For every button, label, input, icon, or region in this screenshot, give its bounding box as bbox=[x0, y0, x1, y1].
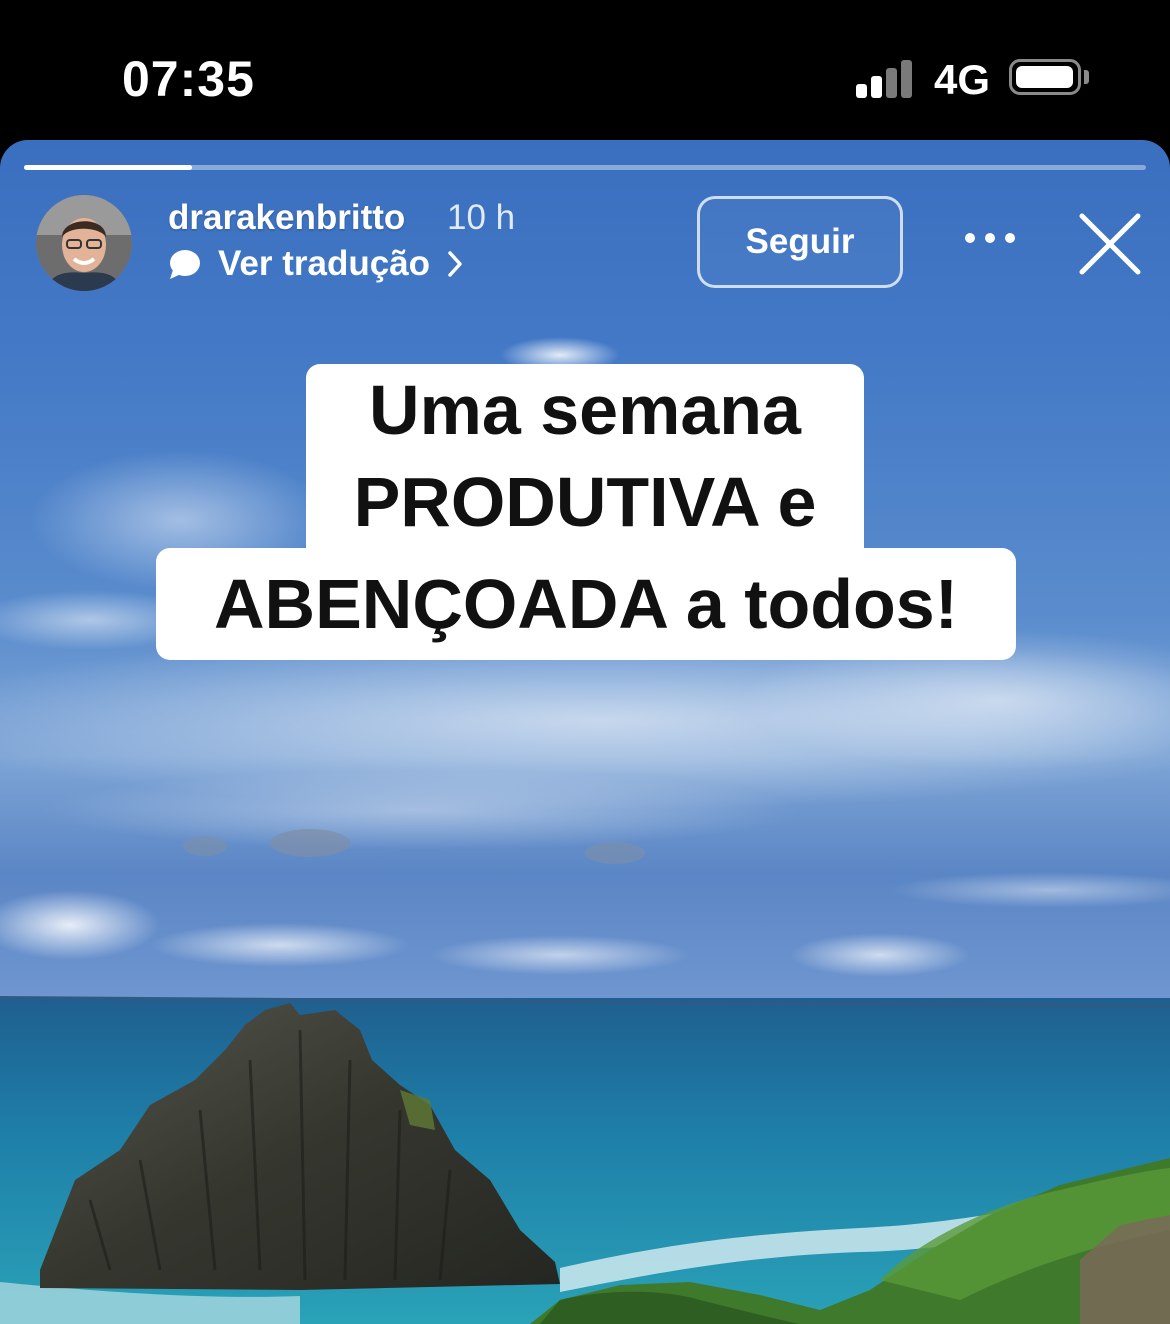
story-progress-bar bbox=[24, 165, 1146, 170]
network-type: 4G bbox=[934, 56, 991, 103]
story-progress-fill bbox=[24, 165, 193, 170]
avatar-photo bbox=[36, 195, 132, 291]
translate-label: Ver tradução bbox=[218, 244, 431, 283]
more-icon[interactable] bbox=[964, 230, 1016, 246]
battery-icon bbox=[1009, 59, 1081, 95]
battery-tip bbox=[1084, 70, 1089, 84]
avatar[interactable] bbox=[36, 195, 132, 291]
story-viewer[interactable]: drarakenbritto 10 h Ver tradução Seguir … bbox=[0, 140, 1170, 1324]
translate-link[interactable]: Ver tradução bbox=[168, 244, 464, 284]
close-icon[interactable] bbox=[1078, 212, 1142, 276]
follow-button[interactable]: Seguir bbox=[697, 196, 903, 288]
caption-line-1: Uma semana bbox=[369, 371, 801, 449]
caption-line-2: PRODUTIVA e bbox=[353, 463, 817, 541]
chat-bubble-icon bbox=[170, 250, 200, 279]
caption-line-3: ABENÇOADA a todos! bbox=[156, 548, 1016, 660]
story-username[interactable]: drarakenbritto bbox=[168, 198, 405, 238]
story-time-ago: 10 h bbox=[447, 198, 516, 237]
caption-block-top: Uma semana PRODUTIVA e bbox=[306, 364, 864, 564]
signal-icon bbox=[856, 58, 916, 98]
chevron-right-icon bbox=[448, 251, 462, 277]
story-photo bbox=[0, 337, 1170, 1324]
status-bar: 07:35 4G bbox=[0, 0, 1170, 150]
status-time: 07:35 bbox=[122, 51, 255, 107]
